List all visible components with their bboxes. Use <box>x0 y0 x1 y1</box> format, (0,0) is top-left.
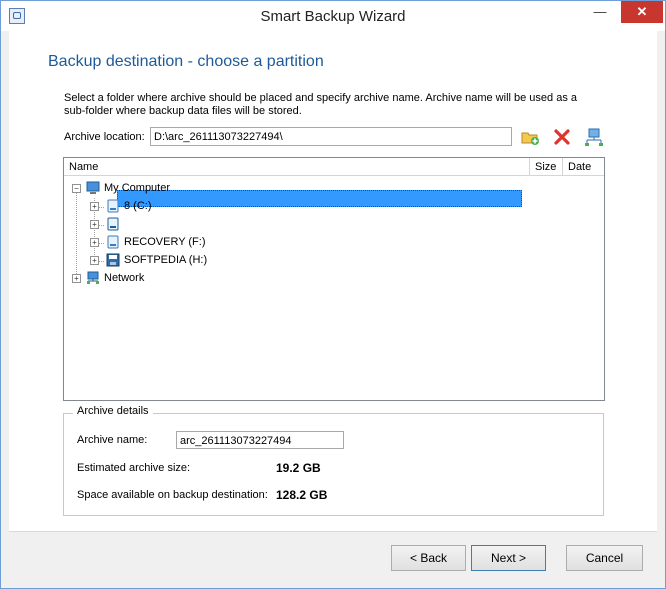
drive-icon <box>107 217 119 231</box>
back-button[interactable]: < Back <box>391 545 466 571</box>
archive-name-label: Archive name: <box>77 434 148 446</box>
archive-details-title: Archive details <box>73 405 153 417</box>
tree-node-label: RECOVERY (F:) <box>124 236 206 248</box>
wizard-window: Smart Backup Wizard — ✕ Backup destinati… <box>0 0 666 589</box>
space-available-label: Space available on backup destination: <box>77 489 268 501</box>
collapse-icon[interactable]: − <box>72 184 81 193</box>
network-location-icon[interactable] <box>584 127 604 147</box>
archive-location-label: Archive location: <box>64 131 145 143</box>
tree-line <box>76 184 77 274</box>
new-folder-icon[interactable] <box>520 127 540 147</box>
next-button[interactable]: Next > <box>471 545 546 571</box>
wizard-page: Backup destination - choose a partition … <box>9 31 657 531</box>
page-description: Select a folder where archive should be … <box>64 92 578 117</box>
computer-icon <box>86 181 100 194</box>
close-icon[interactable]: ✕ <box>621 1 663 23</box>
column-header-size[interactable]: Size <box>530 158 563 176</box>
expand-icon[interactable]: + <box>90 256 99 265</box>
minimize-icon[interactable]: — <box>587 1 613 23</box>
usb-drive-icon <box>106 253 120 267</box>
title-bar: Smart Backup Wizard — ✕ <box>1 1 665 31</box>
drive-icon <box>107 235 119 249</box>
window-title: Smart Backup Wizard <box>260 8 406 25</box>
page-title: Backup destination - choose a partition <box>48 53 324 70</box>
tree-node-label: 8 (C:) <box>124 200 152 212</box>
selected-row-highlight <box>117 190 522 207</box>
footer-divider <box>9 531 657 532</box>
network-icon <box>87 271 99 284</box>
tree-node-label: My Computer <box>104 182 171 194</box>
tree-node-label: SOFTPEDIA (H:) <box>124 254 208 266</box>
space-available-value: 128.2 GB <box>276 488 328 502</box>
expand-icon[interactable]: + <box>90 238 99 247</box>
tree-node-label: Network <box>104 272 145 284</box>
cancel-button[interactable]: Cancel <box>566 545 643 571</box>
estimated-size-label: Estimated archive size: <box>77 462 191 474</box>
tree-node-label: Softpedia (D:) <box>124 218 192 230</box>
archive-name-input[interactable]: arc_261113073227494 <box>176 431 344 449</box>
drive-icon <box>107 199 119 213</box>
estimated-size-value: 19.2 GB <box>276 461 321 475</box>
expand-icon[interactable]: + <box>72 274 81 283</box>
delete-icon[interactable] <box>552 127 572 147</box>
expand-icon[interactable]: + <box>90 202 99 211</box>
column-header-date[interactable]: Date <box>563 158 604 176</box>
column-header-name[interactable]: Name <box>64 158 530 176</box>
partition-tree[interactable]: Name Size Date − My Computer + 8 (C:) + … <box>63 157 605 401</box>
expand-icon[interactable]: + <box>90 220 99 229</box>
archive-location-input[interactable]: D:\arc_261113073227494\ <box>150 127 512 146</box>
